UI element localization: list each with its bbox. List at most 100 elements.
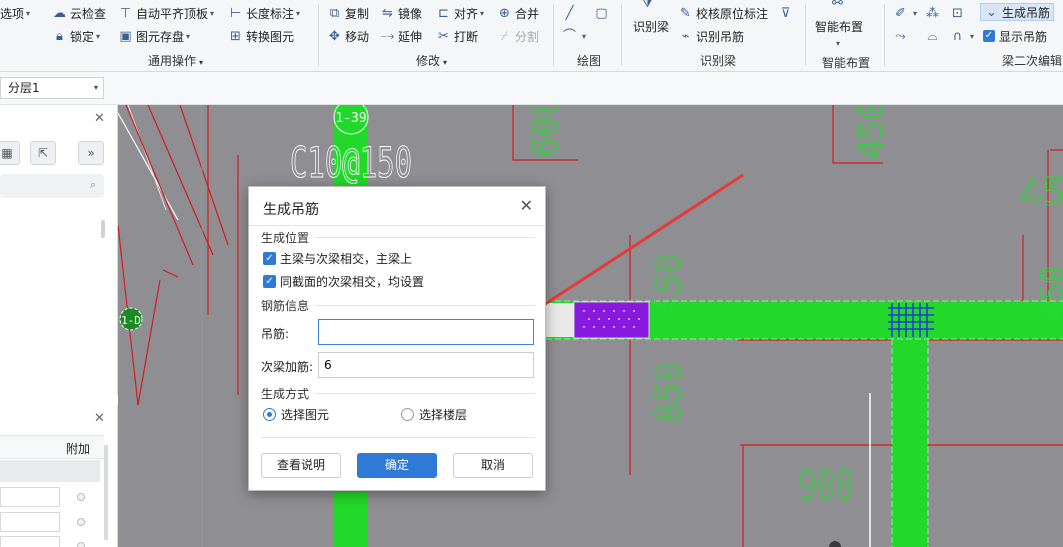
- group-label-identify-beam: 识别梁: [700, 54, 737, 68]
- layer-select[interactable]: 分层1 ▾: [0, 77, 104, 99]
- radio-dot[interactable]: [77, 542, 85, 547]
- align-icon: ⊏: [438, 5, 449, 21]
- options-button[interactable]: 选项 ▾: [0, 4, 30, 22]
- filter-button[interactable]: ⊽: [778, 4, 796, 22]
- radio-dot[interactable]: [77, 493, 85, 501]
- smart-layout-button[interactable]: 智能布置: [815, 17, 863, 35]
- break-icon: ✂: [438, 28, 449, 44]
- label-450-mid: 450: [649, 254, 689, 315]
- view-help-button[interactable]: 查看说明: [261, 453, 341, 478]
- extend-button[interactable]: ⤍ 延伸: [380, 27, 422, 45]
- radio-unselected-icon: [401, 408, 414, 421]
- ribbon-toolbar: 选项 ▾ ☁ 云检查 🔒︎ 锁定 ▾ ⊤ 自动平齐顶板 ▾ ▣ 图元存盘 ▾ ⊢ 长度标注 ▾ ⊞ 转…: [0, 0, 1063, 72]
- group-label-draw: 绘图: [577, 54, 602, 68]
- auto-align-top-button[interactable]: ⊤ 自动平齐顶板 ▾: [118, 4, 214, 22]
- secondary-rebar-input[interactable]: [318, 352, 534, 378]
- group-label-beam-secondary-edit: 梁二次编辑: [1002, 54, 1063, 68]
- chevron-down-icon: ▾: [296, 8, 301, 18]
- mirror-button[interactable]: ⇋ 镜像: [380, 4, 422, 22]
- ribbon-separator: [553, 4, 554, 66]
- close-icon[interactable]: ✕: [520, 196, 533, 215]
- edit-tool-6-button[interactable]: ∩ ▾: [950, 27, 974, 45]
- split-button[interactable]: ⌿ 分割: [497, 27, 539, 45]
- drawing-line: [118, 112, 179, 221]
- panel-search-input[interactable]: ⌕: [0, 174, 104, 198]
- group-label-smart-layout: 智能布置: [822, 56, 871, 70]
- hanger-label: 吊筋:: [261, 327, 290, 341]
- panel-tool-button-1[interactable]: ▦: [0, 141, 20, 165]
- length-mark-button[interactable]: ⊢ 长度标注 ▾: [228, 4, 300, 22]
- table-cell-input[interactable]: [0, 487, 60, 507]
- radio-select-element[interactable]: 选择图元: [263, 406, 329, 423]
- check-origin-mark-button[interactable]: ✎ 校核原位标注: [678, 4, 768, 22]
- checkbox-main-secondary[interactable]: ✓ 主梁与次梁相交，主梁上: [263, 250, 412, 267]
- cloud-check-button[interactable]: ☁ 云检查: [52, 4, 106, 22]
- table-cell-input[interactable]: [0, 512, 60, 532]
- close-icon[interactable]: ✕: [94, 411, 105, 426]
- node-icon: ⁂: [926, 5, 939, 21]
- lock-button[interactable]: 🔒︎ 锁定 ▾: [52, 27, 100, 45]
- radio-dot[interactable]: [77, 518, 85, 526]
- chevron-down-icon: ▾: [26, 8, 31, 18]
- panel-more-button[interactable]: »: [78, 141, 104, 165]
- edit-tool-5-button[interactable]: ⌓: [925, 27, 943, 45]
- element-store-button[interactable]: ▣ 图元存盘 ▾: [118, 27, 190, 45]
- radio-selected-icon: [263, 408, 276, 421]
- section-title-rebar: 钢筋信息: [261, 299, 310, 313]
- beam-vertical-bottom: [333, 490, 367, 547]
- copy-button[interactable]: ⧉ 复制: [327, 4, 369, 22]
- align-button[interactable]: ⊏ 对齐 ▾: [436, 4, 484, 22]
- divider: [261, 437, 535, 438]
- hanger-input[interactable]: [318, 319, 534, 345]
- label-850: 850: [649, 362, 689, 423]
- divider: [315, 237, 535, 238]
- scrollbar[interactable]: [101, 220, 105, 238]
- label-1-d: 1-D: [121, 314, 141, 327]
- column-header: 附加: [0, 435, 104, 459]
- radio-select-floor[interactable]: 选择楼层: [401, 406, 467, 423]
- convert-icon: ⊞: [230, 28, 241, 44]
- draw-rect-button[interactable]: ▢: [594, 4, 612, 22]
- extend-icon: ⤍: [380, 28, 395, 44]
- scrollbar[interactable]: [104, 445, 108, 540]
- chevron-down-icon: ▾: [93, 83, 98, 92]
- line-icon: ╱: [565, 5, 574, 21]
- move-button[interactable]: ✥ 移动: [327, 27, 369, 45]
- ok-button[interactable]: 确定: [357, 453, 437, 478]
- export-icon: ⇱: [37, 146, 49, 160]
- break-button[interactable]: ✂ 打断: [436, 27, 478, 45]
- ribbon-separator: [805, 4, 806, 66]
- chevron-down-icon: ▾: [970, 31, 975, 41]
- smart-layout-icon: ⚯: [832, 0, 843, 11]
- convert-element-button[interactable]: ⊞ 转换图元: [228, 27, 294, 45]
- rectangle-icon: ▢: [595, 5, 608, 21]
- table-cell-input[interactable]: [0, 536, 60, 547]
- draw-line-button[interactable]: ╱: [562, 4, 580, 22]
- move-icon: ✥: [329, 28, 340, 44]
- frame-icon: ⊡: [952, 5, 963, 21]
- merge-button[interactable]: ⊕ 合并: [497, 4, 539, 22]
- highlighted-beam-segment: [573, 301, 650, 339]
- edit-tool-3-button[interactable]: ⊡: [950, 4, 968, 22]
- edit-tool-1-button[interactable]: ✐ ▾: [893, 4, 917, 22]
- identify-hanger-icon: ⌁: [681, 28, 690, 44]
- generate-hanger-button[interactable]: ⌄ 生成吊筋: [980, 3, 1055, 21]
- draw-arc-button[interactable]: ⌒ ▾: [562, 27, 586, 45]
- edit-tool-4-button[interactable]: ⤳: [893, 27, 911, 45]
- cancel-button[interactable]: 取消: [453, 453, 533, 478]
- cloud-icon: ☁: [53, 5, 66, 21]
- panel-tool-button-2[interactable]: ⇱: [30, 141, 56, 165]
- show-hanger-checkbox[interactable]: ✓ 显示吊筋: [983, 27, 1047, 45]
- filter-icon: ⊽: [780, 5, 791, 21]
- label-45: 45: [1020, 170, 1063, 214]
- close-icon[interactable]: ✕: [94, 111, 105, 126]
- table-row[interactable]: [0, 460, 100, 482]
- ribbon-separator: [621, 4, 622, 66]
- identify-hanger-button[interactable]: ⌁ 识别吊筋: [678, 27, 744, 45]
- section-title-method: 生成方式: [261, 387, 310, 401]
- edit-tool-2-button[interactable]: ⁂: [925, 4, 943, 22]
- save-element-icon: ▣: [119, 28, 132, 44]
- checkbox-same-section[interactable]: ✓ 同截面的次梁相交，均设置: [263, 273, 424, 290]
- identify-beam-button[interactable]: 识别梁: [633, 18, 669, 34]
- checkbox-checked-icon: ✓: [263, 275, 276, 288]
